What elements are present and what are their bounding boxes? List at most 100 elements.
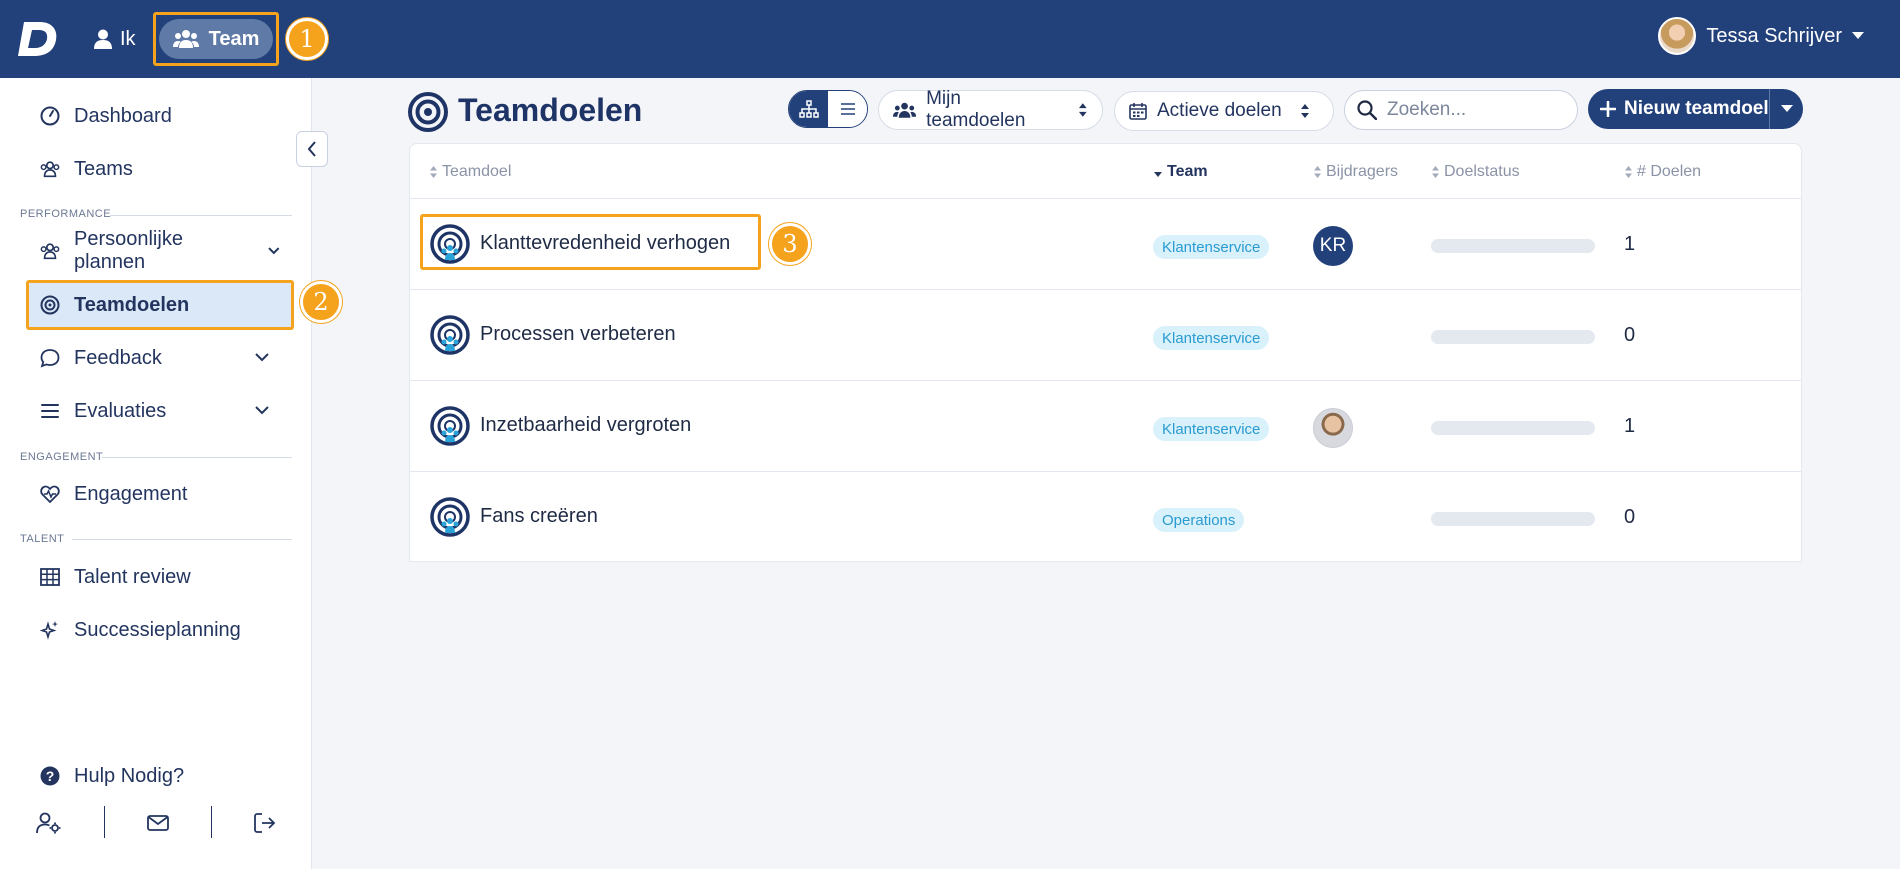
- team-target-icon: [430, 224, 470, 264]
- sidebar-item-evaluaties[interactable]: Evaluaties: [40, 394, 166, 428]
- goal-count: 1: [1624, 233, 1636, 255]
- goal-count: 0: [1624, 506, 1636, 528]
- caret-down-icon: [1852, 32, 1864, 39]
- chevron-down-icon[interactable]: [255, 353, 269, 362]
- sort-desc-icon: [1154, 172, 1162, 177]
- sitemap-icon: [798, 100, 819, 118]
- column-header-doelstatus[interactable]: Doelstatus: [1431, 158, 1520, 186]
- gauge-icon: [40, 106, 60, 126]
- sidebar: Dashboard Teams PERFORMANCE Persoonlijke…: [0, 78, 342, 869]
- nav-ik-label: Ik: [120, 27, 136, 50]
- top-navigation-bar: Ik Team 1 Tessa Schrijver: [0, 0, 1900, 78]
- collapse-sidebar-button[interactable]: [296, 131, 328, 167]
- team-badge: Operations: [1153, 508, 1245, 532]
- sidebar-item-successieplanning[interactable]: Successieplanning: [40, 613, 241, 647]
- sidebar-item-label: Persoonlijke plannen: [74, 228, 183, 273]
- column-header-teamdoel[interactable]: Teamdoel: [429, 158, 511, 186]
- footer-divider: [104, 806, 105, 838]
- grid-icon: [40, 567, 60, 587]
- table-row[interactable]: Fans creëren Operations 0: [410, 471, 1801, 562]
- new-teamgoal-dropdown-button[interactable]: [1770, 105, 1803, 113]
- goal-name-link[interactable]: Klanttevredenheid verhogen: [480, 232, 730, 255]
- sidebar-item-label: Teams: [74, 157, 133, 180]
- table-row[interactable]: Processen verbeteren Klantenservice 0: [410, 289, 1801, 380]
- target-icon: [408, 92, 448, 132]
- list-icon: [840, 103, 855, 115]
- sidebar-item-teams[interactable]: Teams: [40, 152, 133, 186]
- user-avatar: [1658, 17, 1697, 55]
- column-header-team[interactable]: Team: [1153, 158, 1208, 186]
- question-circle-icon: ?: [40, 766, 60, 786]
- plus-icon: [1600, 101, 1616, 117]
- heart-pulse-icon: [40, 484, 60, 504]
- column-header-label: Bijdragers: [1326, 163, 1399, 180]
- chat-bubble-icon: [40, 348, 60, 368]
- sort-icon: [1300, 104, 1309, 118]
- team-badge: Klantenservice: [1153, 417, 1270, 441]
- sidebar-item-feedback[interactable]: Feedback: [40, 341, 280, 375]
- section-label-engagement: ENGAGEMENT: [20, 451, 104, 463]
- page-title: Teamdoelen: [458, 92, 643, 128]
- chevron-down-icon[interactable]: [255, 406, 269, 415]
- goal-count: 0: [1624, 324, 1636, 346]
- users-icon: [40, 159, 60, 179]
- sidebar-item-label: Engagement: [74, 482, 188, 505]
- column-header-label: Doelstatus: [1444, 163, 1520, 180]
- hierarchy-view-button[interactable]: [789, 91, 828, 127]
- search-icon: [1357, 100, 1377, 120]
- column-header-label: # Doelen: [1637, 163, 1702, 180]
- sidebar-item-label: Teamdoelen: [74, 293, 190, 316]
- sort-icon: [1432, 166, 1439, 178]
- sidebar-item-talent-review[interactable]: Talent review: [40, 560, 191, 594]
- target-icon: [40, 295, 60, 315]
- team-target-icon: [430, 406, 470, 446]
- new-teamgoal-button-group: Nieuw teamdoel: [1588, 89, 1803, 129]
- contributor-avatar[interactable]: [1313, 408, 1353, 448]
- table-row[interactable]: Klanttevredenheid verhogen Klantenservic…: [410, 198, 1801, 289]
- list-view-button[interactable]: [828, 91, 867, 127]
- sidebar-item-engagement[interactable]: Engagement: [40, 477, 187, 511]
- envelope-icon[interactable]: [143, 808, 173, 838]
- goal-status-progress-bar: [1431, 512, 1595, 526]
- team-badge: Klantenservice: [1153, 326, 1270, 350]
- section-divider: [72, 539, 292, 540]
- contributor-avatar[interactable]: KR: [1313, 226, 1353, 266]
- user-name: Tessa Schrijver: [1706, 24, 1842, 47]
- goal-name-link[interactable]: Processen verbeteren: [480, 323, 676, 346]
- nav-team[interactable]: Team: [159, 19, 273, 59]
- step-badge-3: 3: [769, 223, 811, 265]
- owner-filter-select[interactable]: Mijn teamdoelen: [878, 88, 1103, 131]
- sidebar-item-label: Talent review: [74, 565, 191, 588]
- nav-ik[interactable]: Ik: [94, 24, 136, 54]
- search-field: [1344, 90, 1578, 130]
- sidebar-item-teamdoelen[interactable]: Teamdoelen: [40, 288, 189, 322]
- view-toggle: [788, 90, 868, 128]
- sidebar-item-label: Feedback: [74, 346, 162, 369]
- table-row[interactable]: Inzetbaarheid vergroten Klantenservice 1: [410, 380, 1801, 471]
- users-icon: [40, 241, 60, 261]
- app-logo[interactable]: [18, 18, 60, 60]
- section-label-talent: TALENT: [20, 533, 65, 545]
- sort-icon: [1079, 103, 1088, 117]
- chevron-left-icon: [307, 141, 316, 157]
- new-teamgoal-button[interactable]: Nieuw teamdoel: [1588, 89, 1770, 129]
- sidebar-item-dashboard[interactable]: Dashboard: [40, 99, 172, 133]
- list-icon: [40, 401, 60, 421]
- column-header-doelen[interactable]: # Doelen: [1624, 158, 1701, 186]
- user-icon: [94, 29, 112, 49]
- step-badge-2: 2: [300, 281, 342, 323]
- sidebar-item-persoonlijke-plannen[interactable]: Persoonlijke plannen: [40, 228, 280, 273]
- goal-name-link[interactable]: Fans creëren: [480, 505, 598, 528]
- goal-name-link[interactable]: Inzetbaarheid vergroten: [480, 414, 691, 437]
- goal-count: 1: [1624, 415, 1636, 437]
- help-link[interactable]: ? Hulp Nodig?: [40, 759, 184, 793]
- user-menu[interactable]: Tessa Schrijver: [1658, 16, 1864, 56]
- logout-icon[interactable]: [250, 808, 280, 838]
- search-input[interactable]: [1387, 99, 1557, 121]
- column-header-label: Teamdoel: [442, 163, 512, 180]
- goal-status-progress-bar: [1431, 239, 1595, 253]
- status-filter-select[interactable]: Actieve doelen: [1114, 91, 1334, 131]
- caret-down-icon: [1780, 105, 1793, 112]
- column-header-bijdragers[interactable]: Bijdragers: [1313, 158, 1398, 186]
- user-settings-icon[interactable]: [34, 808, 64, 838]
